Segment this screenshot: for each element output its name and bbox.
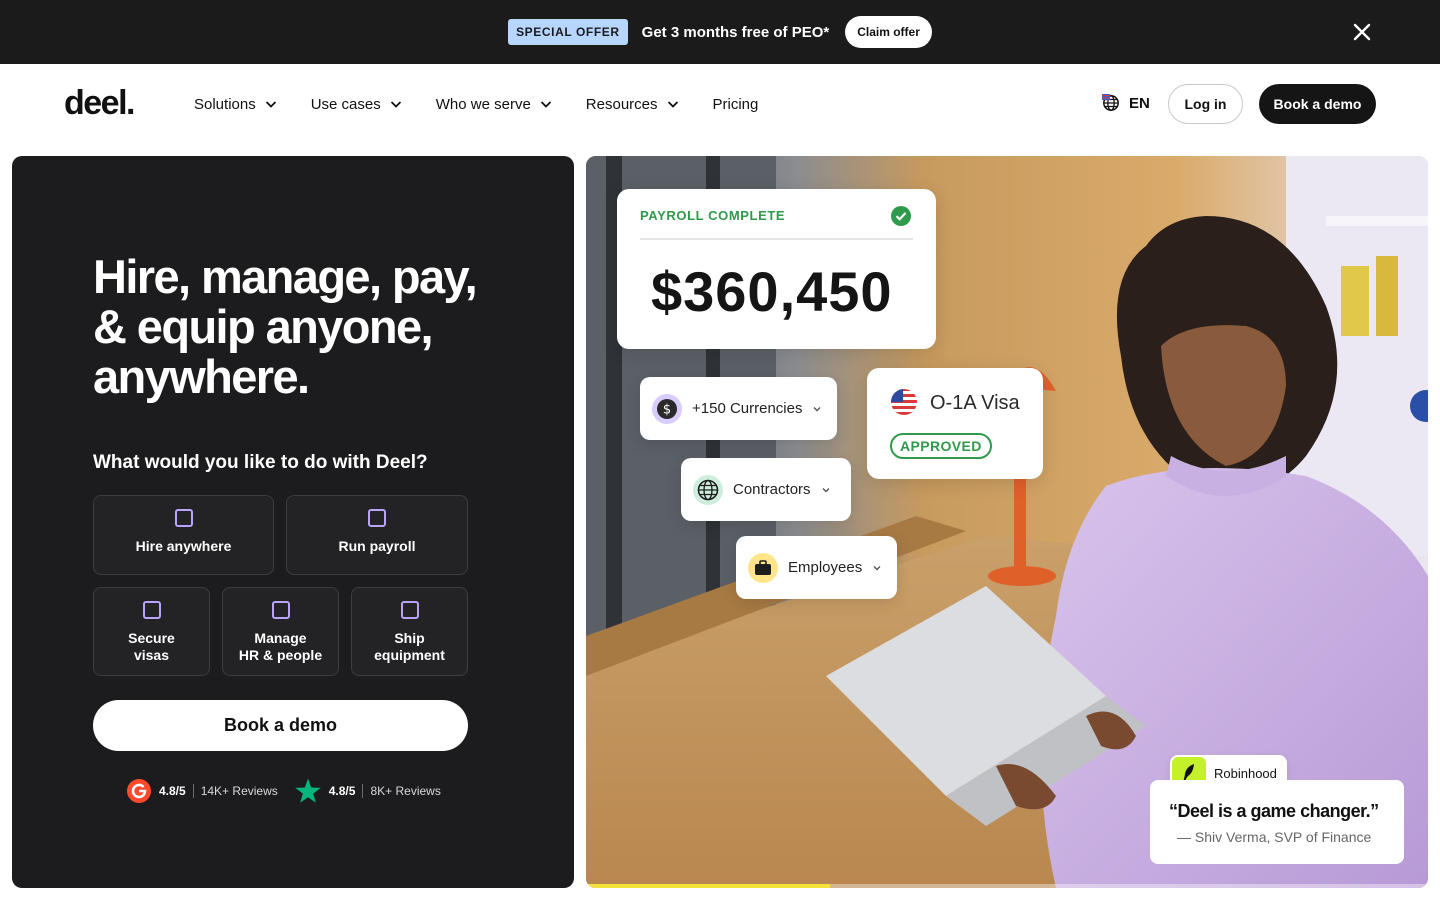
visa-title: O-1A Visa (930, 392, 1020, 414)
nav-link-label: Who we serve (435, 95, 531, 113)
status-badge: APPROVED (890, 433, 992, 459)
nav-resources[interactable]: Resources (586, 92, 680, 116)
option-manage-hr[interactable]: Manage HR & people (222, 587, 339, 676)
hero-visual: PAYROLL COMPLETE $360,450 $ +150 Currenc… (586, 156, 1428, 888)
chip-label: +150 Currencies (692, 400, 803, 417)
deel-logo[interactable]: deel. (64, 84, 135, 123)
testimonial-author: — Shiv Verma, SVP of Finance (1177, 829, 1372, 845)
nav-pricing[interactable]: Pricing (713, 92, 759, 116)
login-button[interactable]: Log in (1168, 84, 1243, 124)
rating-score: 4.8/5 (159, 784, 186, 798)
option-secure-visas[interactable]: Secure visas (93, 587, 210, 676)
chip-label: Employees (788, 559, 863, 576)
checkbox[interactable] (142, 601, 161, 619)
brand-name: Robinhood (1214, 765, 1277, 781)
check-circle-icon (891, 206, 911, 226)
dollar-icon: $ (652, 393, 682, 424)
visa-card: O-1A Visa APPROVED (867, 368, 1043, 479)
promo-banner: SPECIAL OFFER Get 3 months free of PEO* … (0, 0, 1440, 64)
trustpilot-star-icon (294, 778, 321, 803)
option-label: Secure visas (128, 630, 175, 663)
option-label: Hire anywhere (135, 538, 232, 554)
chip-label: Contractors (733, 481, 811, 498)
option-label: Manage HR & people (238, 630, 323, 663)
briefcase-icon (748, 552, 778, 583)
promo-text: Get 3 months free of PEO* (641, 23, 830, 41)
divider (640, 238, 913, 240)
nav-link-label: Resources (585, 95, 658, 113)
payroll-amount: $360,450 (651, 260, 893, 323)
chevron-down-icon (265, 101, 276, 108)
carousel-progress (586, 884, 1428, 888)
chevron-down-icon (667, 101, 678, 108)
chevron-down-icon (390, 101, 401, 108)
chip-contractors[interactable]: Contractors (681, 458, 851, 521)
claim-offer-button[interactable]: Claim offer (845, 16, 932, 48)
chevron-down-icon (540, 101, 551, 108)
hero-panel: Hire, manage, pay, & equip anyone, anywh… (12, 156, 574, 888)
option-hire-anywhere[interactable]: Hire anywhere (93, 495, 274, 575)
us-flag-icon (891, 389, 917, 415)
checkbox[interactable] (174, 509, 193, 527)
chevron-down-icon (813, 406, 821, 411)
rating-reviews: 8K+ Reviews (370, 784, 441, 798)
nav-link-label: Pricing (712, 95, 759, 113)
main-nav: deel. Solutions Use cases Who we serve R… (0, 64, 1440, 144)
carousel-progress-fill (586, 884, 831, 888)
nav-links: Solutions Use cases Who we serve Resourc… (194, 92, 758, 116)
rating-reviews: 14K+ Reviews (200, 784, 278, 798)
checkbox[interactable] (400, 601, 419, 619)
option-label: Run payroll (338, 538, 416, 554)
globe-icon (1102, 94, 1119, 111)
globe-icon (693, 474, 723, 505)
nav-use-cases[interactable]: Use cases (311, 92, 403, 116)
payroll-card: PAYROLL COMPLETE $360,450 (617, 189, 936, 349)
option-ship-equipment[interactable]: Ship equipment (351, 587, 468, 676)
svg-text:$: $ (663, 402, 671, 417)
rating-trustpilot[interactable]: 4.8/5 8K+ Reviews (294, 777, 441, 805)
book-demo-hero-button[interactable]: Book a demo (93, 700, 468, 751)
chevron-down-icon (873, 565, 881, 570)
payroll-label: PAYROLL COMPLETE (640, 208, 786, 223)
testimonial-card: “Deel is a game changer.” — Shiv Verma, … (1150, 780, 1404, 864)
checkbox[interactable] (368, 509, 386, 527)
divider (362, 784, 364, 798)
hero-question: What would you like to do with Deel? (93, 452, 428, 473)
language-selector[interactable]: EN (1102, 94, 1150, 112)
option-run-payroll[interactable]: Run payroll (286, 495, 468, 575)
nav-solutions[interactable]: Solutions (194, 92, 278, 116)
nav-who-we-serve[interactable]: Who we serve (436, 92, 553, 116)
close-icon[interactable] (1350, 20, 1374, 44)
book-demo-nav-button[interactable]: Book a demo (1259, 84, 1376, 124)
chevron-down-icon (822, 487, 830, 492)
rating-score: 4.8/5 (328, 784, 356, 798)
chip-employees[interactable]: Employees (736, 536, 897, 599)
checkbox[interactable] (271, 601, 290, 619)
g2-icon (127, 779, 151, 803)
nav-link-label: Use cases (310, 95, 381, 113)
language-label: EN (1129, 94, 1150, 112)
promo-badge: SPECIAL OFFER (508, 19, 628, 45)
nav-link-label: Solutions (194, 95, 256, 113)
option-label: Ship equipment (374, 630, 445, 663)
chip-currencies[interactable]: $ +150 Currencies (640, 377, 837, 440)
hero-title: Hire, manage, pay, & equip anyone, anywh… (93, 250, 478, 403)
rating-g2[interactable]: 4.8/5 14K+ Reviews (126, 778, 278, 804)
divider (192, 784, 194, 798)
testimonial-quote: “Deel is a game changer.” (1169, 801, 1379, 821)
ratings: 4.8/5 14K+ Reviews 4.8/5 8K+ Reviews (126, 777, 441, 805)
